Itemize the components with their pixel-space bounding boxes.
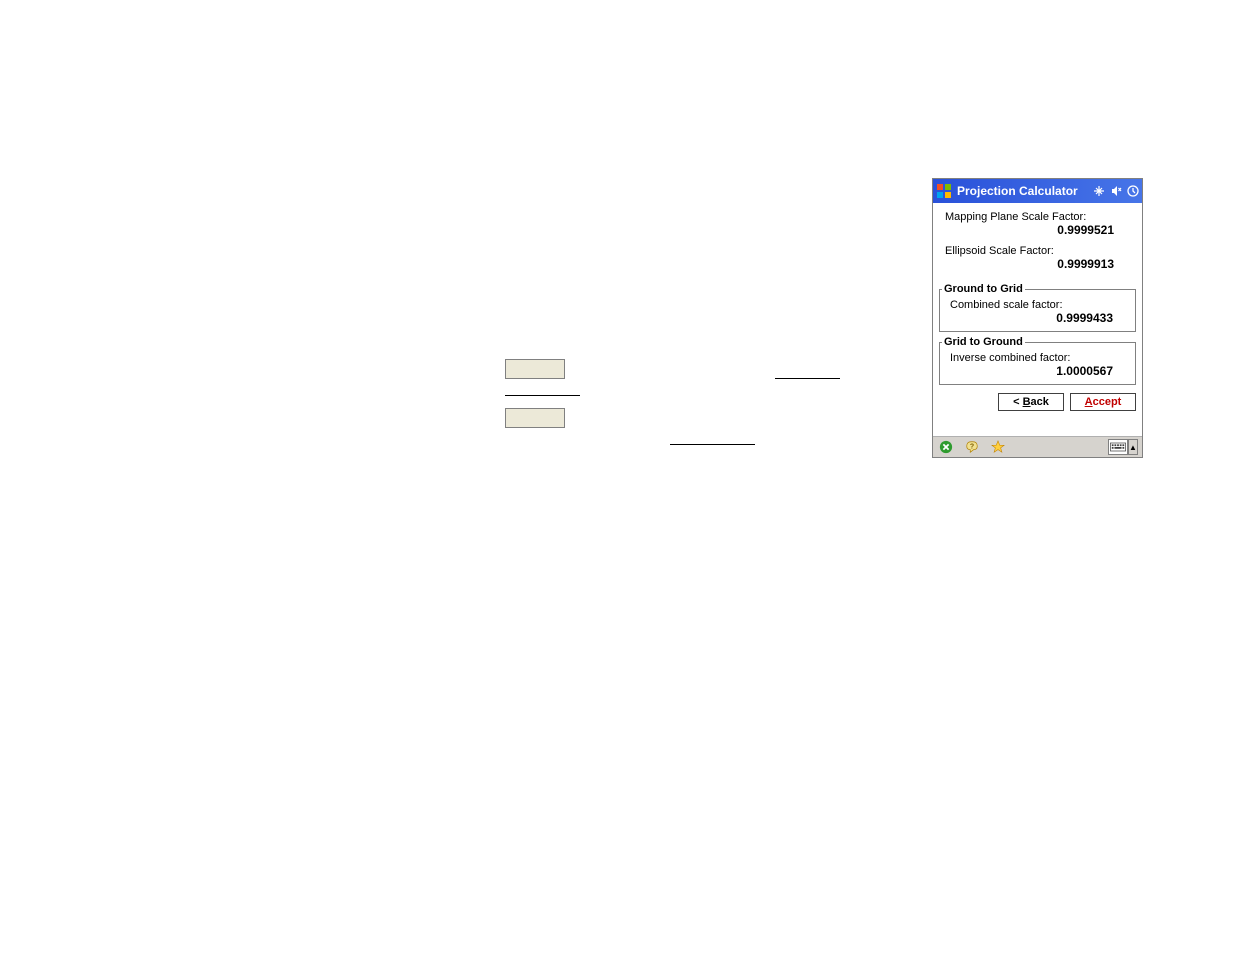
mapping-plane-value: 0.9999521 bbox=[939, 223, 1136, 237]
ground-to-grid-group: Ground to Grid Combined scale factor: 0.… bbox=[939, 283, 1136, 332]
favorites-icon[interactable] bbox=[989, 438, 1007, 456]
combined-scale-value: 0.9999433 bbox=[944, 311, 1131, 325]
page-title: Projection Calculator bbox=[957, 184, 1092, 198]
accept-button[interactable]: Accept bbox=[1070, 393, 1136, 411]
start-icon[interactable] bbox=[935, 182, 953, 200]
content-area: Mapping Plane Scale Factor: 0.9999521 El… bbox=[933, 203, 1142, 419]
grid-to-ground-legend: Grid to Ground bbox=[942, 336, 1025, 348]
placeholder-box-1 bbox=[505, 359, 565, 379]
ellipsoid-value: 0.9999913 bbox=[939, 257, 1136, 271]
sip-arrow-icon[interactable]: ▲ bbox=[1128, 439, 1138, 455]
button-row: < Back Accept bbox=[939, 393, 1136, 415]
mapping-plane-label: Mapping Plane Scale Factor: bbox=[939, 211, 1136, 223]
keyboard-icon[interactable] bbox=[1108, 439, 1128, 455]
mapping-plane-row: Mapping Plane Scale Factor: 0.9999521 bbox=[939, 211, 1136, 237]
inverse-combined-value: 1.0000567 bbox=[944, 364, 1131, 378]
grid-to-ground-group: Grid to Ground Inverse combined factor: … bbox=[939, 336, 1136, 385]
svg-text:?: ? bbox=[970, 443, 974, 450]
placeholder-line-3 bbox=[775, 378, 840, 379]
close-icon[interactable] bbox=[937, 438, 955, 456]
titlebar: Projection Calculator bbox=[933, 179, 1142, 203]
connectivity-icon[interactable] bbox=[1092, 184, 1106, 198]
bottom-toolbar: ? ▲ bbox=[933, 436, 1142, 457]
back-button[interactable]: < Back bbox=[998, 393, 1064, 411]
ellipsoid-row: Ellipsoid Scale Factor: 0.9999913 bbox=[939, 245, 1136, 271]
pda-window: Projection Calculator Mapping Plane Scal… bbox=[932, 178, 1143, 458]
volume-icon[interactable] bbox=[1109, 184, 1123, 198]
inverse-combined-label: Inverse combined factor: bbox=[944, 352, 1131, 364]
placeholder-line-1 bbox=[505, 395, 580, 396]
ellipsoid-label: Ellipsoid Scale Factor: bbox=[939, 245, 1136, 257]
combined-scale-label: Combined scale factor: bbox=[944, 299, 1131, 311]
placeholder-box-2 bbox=[505, 408, 565, 428]
ground-to-grid-legend: Ground to Grid bbox=[942, 283, 1025, 295]
placeholder-line-2 bbox=[670, 444, 755, 445]
help-icon[interactable]: ? bbox=[963, 438, 981, 456]
titlebar-icons bbox=[1092, 184, 1140, 198]
clock-icon[interactable] bbox=[1126, 184, 1140, 198]
